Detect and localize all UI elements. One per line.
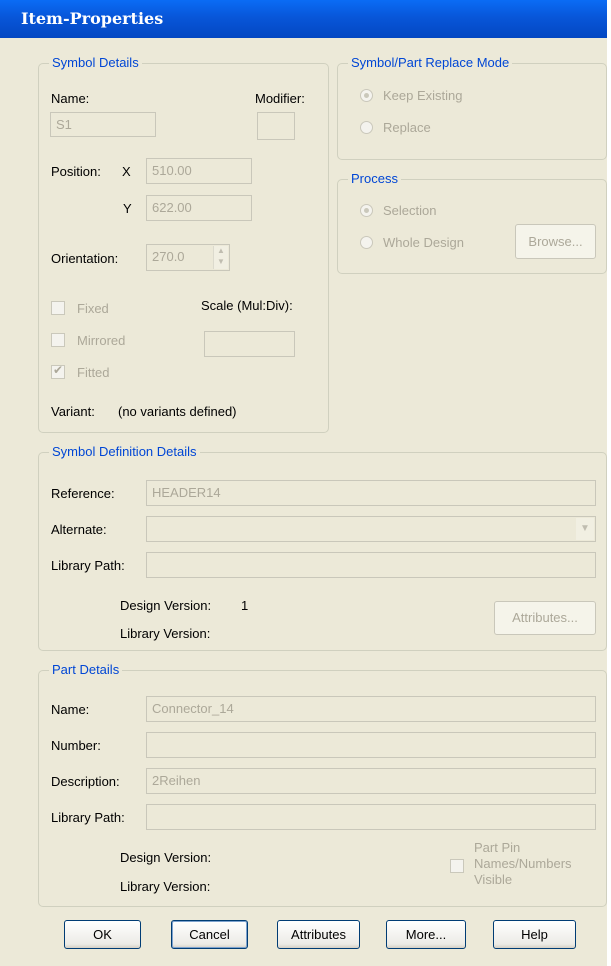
part-number-label: Number:: [51, 738, 101, 753]
part-details-title: Part Details: [49, 662, 123, 677]
x-label: X: [122, 164, 131, 179]
fixed-checkbox[interactable]: [51, 301, 65, 315]
item-properties-dialog: Item-Properties Symbol Details Name: Mod…: [0, 0, 607, 966]
position-x-field[interactable]: 510.00: [146, 158, 252, 184]
pin-visible-label-line1: Part Pin: [474, 840, 521, 855]
window-title: Item-Properties: [21, 9, 164, 28]
whole-design-label: Whole Design: [383, 235, 464, 250]
symbol-name-field[interactable]: S1: [50, 112, 156, 137]
fitted-label: Fitted: [77, 365, 110, 380]
orientation-down-arrow[interactable]: ▼: [213, 257, 228, 269]
position-y-field[interactable]: 622.00: [146, 195, 252, 221]
description-field[interactable]: 2Reihen: [146, 768, 596, 794]
scale-field[interactable]: [204, 331, 295, 357]
part-name-field[interactable]: Connector_14: [146, 696, 596, 722]
title-bar[interactable]: Item-Properties: [0, 0, 607, 38]
symbol-details-title: Symbol Details: [49, 55, 142, 70]
fitted-checkbox[interactable]: ✔: [51, 363, 65, 379]
replace-mode-title: Symbol/Part Replace Mode: [348, 55, 513, 70]
def-design-version-value: 1: [241, 598, 249, 613]
orientation-up-arrow[interactable]: ▲: [213, 246, 228, 257]
part-design-version-label: Design Version:: [120, 850, 212, 865]
scale-label: Scale (Mul:Div):: [201, 298, 293, 313]
def-library-path-field[interactable]: [146, 552, 596, 578]
part-name-label: Name:: [51, 702, 90, 717]
description-label: Description:: [51, 774, 120, 789]
reference-field[interactable]: HEADER14: [146, 480, 596, 506]
mirrored-label: Mirrored: [77, 333, 126, 348]
alternate-label: Alternate:: [51, 522, 107, 537]
whole-design-radio[interactable]: [360, 236, 373, 249]
modifier-label: Modifier:: [255, 91, 305, 106]
def-library-path-label: Library Path:: [51, 558, 125, 573]
fixed-label: Fixed: [77, 301, 109, 316]
keep-existing-label: Keep Existing: [383, 88, 463, 103]
part-library-path-field[interactable]: [146, 804, 596, 830]
replace-label: Replace: [383, 120, 431, 135]
symbol-definition-title: Symbol Definition Details: [49, 444, 200, 459]
orientation-label: Orientation:: [51, 251, 119, 266]
part-library-version-label: Library Version:: [120, 879, 211, 894]
browse-button[interactable]: Browse...: [515, 224, 596, 259]
variant-value: (no variants defined): [118, 404, 237, 419]
variant-label: Variant:: [51, 404, 95, 419]
symbol-name-label: Name:: [51, 91, 90, 106]
check-icon: ✔: [53, 363, 64, 377]
keep-existing-radio[interactable]: [360, 89, 373, 102]
ok-button[interactable]: OK: [64, 920, 141, 949]
def-design-version-label: Design Version:: [120, 598, 212, 613]
help-button[interactable]: Help: [493, 920, 576, 949]
reference-label: Reference:: [51, 486, 115, 501]
replace-mode-group: Symbol/Part Replace Mode: [337, 55, 607, 160]
pin-visible-label-line2: Names/Numbers: [474, 856, 572, 871]
pin-visible-label-line3: Visible: [474, 872, 513, 887]
def-attributes-button[interactable]: Attributes...: [494, 601, 596, 635]
part-library-path-label: Library Path:: [51, 810, 125, 825]
more-button[interactable]: More...: [386, 920, 466, 949]
def-library-version-label: Library Version:: [120, 626, 211, 641]
modifier-field[interactable]: [257, 112, 295, 140]
position-label: Position:: [51, 164, 101, 179]
cancel-button[interactable]: Cancel: [171, 920, 248, 949]
alternate-dropdown[interactable]: [146, 516, 596, 542]
attributes-button[interactable]: Attributes: [277, 920, 360, 949]
y-label: Y: [123, 201, 132, 216]
part-number-field[interactable]: [146, 732, 596, 758]
replace-radio[interactable]: [360, 121, 373, 134]
mirrored-checkbox[interactable]: [51, 333, 65, 347]
selection-radio[interactable]: [360, 204, 373, 217]
pin-visible-checkbox[interactable]: [450, 859, 464, 873]
selection-label: Selection: [383, 203, 437, 218]
chevron-down-icon[interactable]: ▼: [576, 518, 594, 540]
process-title: Process: [348, 171, 401, 186]
